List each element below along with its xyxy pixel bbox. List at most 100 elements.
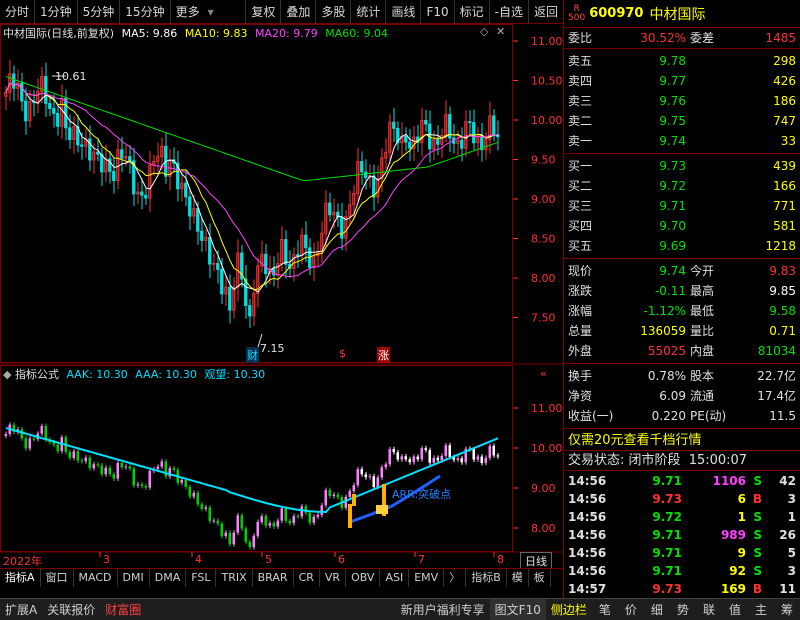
- tool-tab-3[interactable]: 统计: [350, 0, 385, 24]
- indicator-tab-11[interactable]: ASI: [380, 568, 410, 587]
- indicator-tab-7[interactable]: BRAR: [253, 568, 294, 587]
- indicator-toggle-icon[interactable]: ◆: [3, 368, 11, 381]
- panel-tab-3[interactable]: 势: [670, 599, 696, 620]
- sells-row-2: 卖三 9.76 186: [564, 91, 800, 111]
- dollar-marker[interactable]: $: [339, 347, 346, 360]
- indicator-tab-14[interactable]: 指标B: [466, 568, 507, 587]
- signal-bar: [348, 504, 352, 528]
- indicator-tab-10[interactable]: OBV: [346, 568, 381, 587]
- ind-candle-body: [352, 485, 355, 491]
- indicator-tab-12[interactable]: EMV: [409, 568, 445, 587]
- chart-shape-icons[interactable]: ◇ ✕: [480, 25, 505, 38]
- ind-candle-body: [288, 520, 291, 524]
- stat-label: 外盘: [568, 344, 593, 358]
- tool-tab-2[interactable]: 多股: [315, 0, 350, 24]
- panel-tab-5[interactable]: 值: [722, 599, 748, 620]
- status-tab-2[interactable]: 财富圈: [100, 599, 146, 620]
- tick-list[interactable]: 14:56 9.71 1106 S 42 14:56 9.73 6 B 3 14:56 9.72 1 S 1…: [564, 471, 800, 616]
- fund-label: 股本: [690, 369, 715, 383]
- ind-candle-body: [404, 456, 407, 460]
- close-icon[interactable]: ✕: [496, 25, 505, 38]
- tool-tab-4[interactable]: 画线: [385, 0, 420, 24]
- signal-icon: [376, 505, 388, 514]
- x-axis-label: 2022年: [3, 555, 42, 568]
- f10-button[interactable]: 图文F10: [489, 598, 546, 620]
- chart-toolbar: 分时 1分钟 5分钟 15分钟 更多 ▾ 复权 叠加 多股 统计 画线 F10 标记 -自选 返回: [0, 0, 563, 24]
- tool-tab-5[interactable]: F10: [420, 0, 453, 24]
- ind-candle-body: [416, 456, 419, 460]
- panel-tab-0[interactable]: 笔: [592, 599, 618, 620]
- indicator-tab-3[interactable]: DMI: [118, 568, 150, 587]
- panel-tab-4[interactable]: 联: [696, 599, 722, 620]
- status-tab-1[interactable]: 关联报价: [42, 599, 100, 620]
- tab-period-3[interactable]: 15分钟: [119, 0, 169, 24]
- tool-tab-8[interactable]: 返回: [527, 0, 563, 24]
- tool-tab-6[interactable]: 标记: [453, 0, 489, 24]
- buys-row-1: 买二 9.72 166: [564, 176, 800, 196]
- panel-tab-1[interactable]: 价: [618, 599, 644, 620]
- ind-candle-body: [100, 465, 103, 475]
- buy-orders: 买一 9.73 439 买二 9.72 166 买三 9.71 771 买四 9.70 581 买五 9.…: [564, 154, 800, 259]
- finance-marker[interactable]: 财: [246, 347, 259, 363]
- tab-period-0[interactable]: 分时: [0, 0, 34, 24]
- tool-tab-7[interactable]: -自选: [488, 0, 528, 24]
- ind-candle-body: [148, 470, 151, 488]
- order-label: 买一: [568, 159, 593, 173]
- candle-body: [460, 139, 464, 149]
- candle-body: [308, 247, 312, 268]
- ind-candle-body: [156, 466, 159, 469]
- fund-value: 22.7亿: [757, 369, 796, 383]
- panel-tab-2[interactable]: 细: [644, 599, 670, 620]
- ind-candle-body: [480, 456, 483, 463]
- indicator-tab-15[interactable]: 模: [507, 568, 529, 587]
- ma60-label: MA60: 9.04: [325, 27, 388, 40]
- ind-candle-body: [104, 467, 107, 475]
- buys-row-2: 买三 9.71 771: [564, 196, 800, 216]
- double-chevron-icon[interactable]: «: [540, 367, 547, 380]
- tool-tab-1[interactable]: 叠加: [280, 0, 315, 24]
- y-tick-label: 7.50: [531, 312, 556, 325]
- tool-tab-0[interactable]: 复权: [245, 0, 280, 24]
- signal-bar: [352, 494, 356, 506]
- panel-tab-7[interactable]: 筹: [774, 599, 800, 620]
- stat-value: -0.11: [654, 284, 686, 298]
- indicator-tab-4[interactable]: DMA: [150, 568, 187, 587]
- x-axis-label: 6: [338, 553, 345, 566]
- indicator-tab-2[interactable]: MACD: [74, 568, 118, 587]
- kline-chart[interactable]: 11.00 10.50 10.00 9.50 9.00 8.50 8.00 7.50 11.00…: [0, 24, 563, 568]
- ind-candle-body: [108, 467, 111, 475]
- indicator-tab-0[interactable]: 指标A: [0, 568, 41, 587]
- tick-volume: 6: [737, 492, 746, 506]
- tab-period-1[interactable]: 1分钟: [34, 0, 77, 24]
- indicator-name[interactable]: 指标公式: [15, 368, 59, 381]
- indicator-tab-6[interactable]: TRIX: [216, 568, 253, 587]
- sidebar-button[interactable]: 侧边栏: [546, 599, 592, 620]
- indicator-tab-8[interactable]: CR: [294, 568, 320, 587]
- breakout-annotation: ARR:突破点: [392, 488, 452, 501]
- kline-area[interactable]: 11.00 10.50 10.00 9.50 9.00 8.50 8.00 7.50 11.00…: [0, 24, 563, 570]
- fund-label: PE(动): [690, 409, 727, 423]
- ma20-line: [5, 82, 499, 278]
- stat-value: -1.12%: [643, 304, 686, 318]
- indicator-tab-13[interactable]: 〉: [444, 568, 467, 587]
- ind-candle-body: [128, 466, 131, 469]
- ma5-line: [5, 82, 498, 293]
- diamond-icon[interactable]: ◇: [480, 25, 488, 38]
- ind-candle-body: [296, 516, 299, 518]
- trade-status: 交易状态: 闭市阶段 15:00:07: [564, 451, 800, 471]
- status-tab-0[interactable]: 扩展A: [0, 599, 42, 620]
- indicator-tab-16[interactable]: 板: [529, 568, 551, 587]
- fund-label: 收益(一): [568, 409, 614, 423]
- dropdown-arrow-icon[interactable]: ▾: [205, 0, 217, 24]
- indicator-tab-5[interactable]: FSL: [186, 568, 217, 587]
- level2-promo[interactable]: 仅需20元查看千档行情: [564, 429, 800, 451]
- tab-period-4[interactable]: 更多: [169, 0, 205, 24]
- candle-body: [120, 149, 124, 159]
- tab-period-2[interactable]: 5分钟: [76, 0, 120, 24]
- indicator-tab-1[interactable]: 窗口: [41, 568, 74, 587]
- promo-link[interactable]: 新用户福利专享: [396, 599, 490, 620]
- panel-tab-6[interactable]: 主: [748, 599, 774, 620]
- rise-marker[interactable]: 涨: [377, 347, 390, 363]
- ind-candle-body: [172, 468, 175, 470]
- indicator-tab-9[interactable]: VR: [320, 568, 347, 587]
